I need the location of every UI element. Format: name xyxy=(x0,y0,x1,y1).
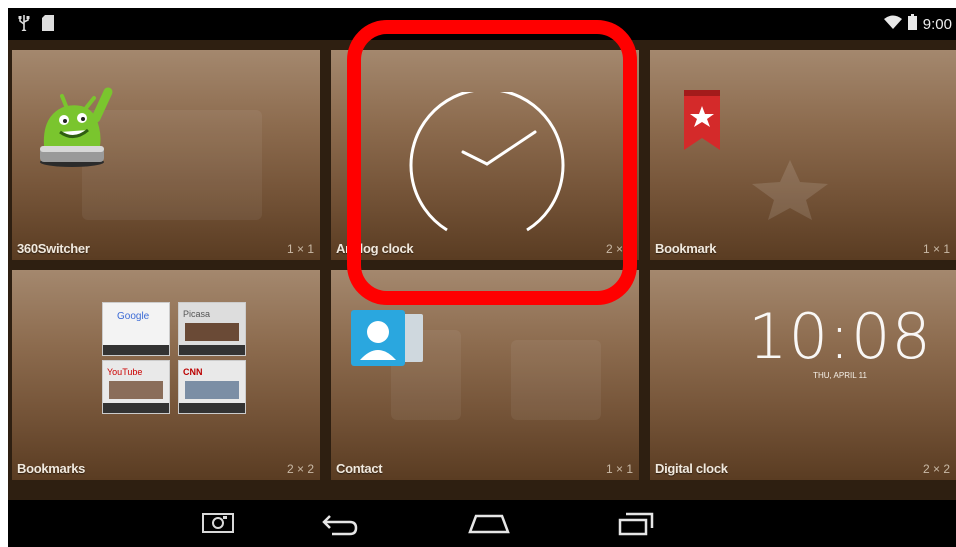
back-button[interactable] xyxy=(320,508,360,543)
widget-picker-grid: 360Switcher 1 × 1 Analog clock 2 × 2 Boo… xyxy=(8,40,956,500)
bookmark-thumb-label: Google xyxy=(117,311,150,322)
widget-bookmark[interactable]: Bookmark 1 × 1 xyxy=(650,50,956,260)
battery-icon xyxy=(907,14,917,35)
sd-card-icon xyxy=(42,15,54,36)
widget-name: Bookmarks xyxy=(17,461,86,476)
status-bar: 9:00 xyxy=(8,8,956,40)
usb-icon xyxy=(18,15,30,36)
android-robot-icon xyxy=(36,78,116,173)
widget-size: 2 × 2 xyxy=(286,462,314,476)
widget-contact[interactable]: Contact 1 × 1 xyxy=(331,270,639,480)
digital-clock-date: THU, APRIL 11 xyxy=(813,371,867,380)
widget-name: Contact xyxy=(336,461,383,476)
screen: 9:00 360Switcher 1 × 1 Analog clock 2 × … xyxy=(8,8,956,547)
widget-size: 2 × 2 xyxy=(605,242,633,256)
widget-analog-clock[interactable]: Analog clock 2 × 2 xyxy=(331,50,639,260)
widget-name: Digital clock xyxy=(655,461,728,476)
widget-name: Bookmark xyxy=(655,241,717,256)
screenshot-button[interactable] xyxy=(201,508,235,541)
status-time: 9:00 xyxy=(922,15,952,33)
wifi-icon xyxy=(883,15,902,34)
widget-name: Analog clock xyxy=(336,241,414,256)
bookmark-thumb-label: YouTube xyxy=(107,367,143,377)
widget-name: 360Switcher xyxy=(17,241,90,256)
star-watermark-icon xyxy=(750,160,830,225)
widget-size: 1 × 1 xyxy=(605,462,633,476)
widget-size: 2 × 2 xyxy=(922,462,950,476)
bookmark-thumb-label: CNN xyxy=(183,367,203,377)
bookmarks-preview: Google Picasa YouTube CNN xyxy=(102,302,246,416)
analog-clock-icon xyxy=(407,87,567,247)
contact-card-icon xyxy=(351,310,425,371)
bookmark-ribbon-icon xyxy=(684,90,720,155)
widget-digital-clock[interactable]: 10:08 THU, APRIL 11 Digital clock 2 × 2 xyxy=(650,270,956,480)
digital-clock-time: 10:08 xyxy=(748,300,932,373)
widget-size: 1 × 1 xyxy=(286,242,314,256)
widget-bookmarks[interactable]: Google Picasa YouTube CNN Bookmarks 2 × … xyxy=(12,270,320,480)
widget-size: 1 × 1 xyxy=(922,242,950,256)
recent-apps-button[interactable] xyxy=(616,508,656,543)
home-button[interactable] xyxy=(466,508,512,543)
widget-360switcher[interactable]: 360Switcher 1 × 1 xyxy=(12,50,320,260)
bookmark-thumb-label: Picasa xyxy=(183,309,211,319)
navigation-bar xyxy=(8,500,956,547)
